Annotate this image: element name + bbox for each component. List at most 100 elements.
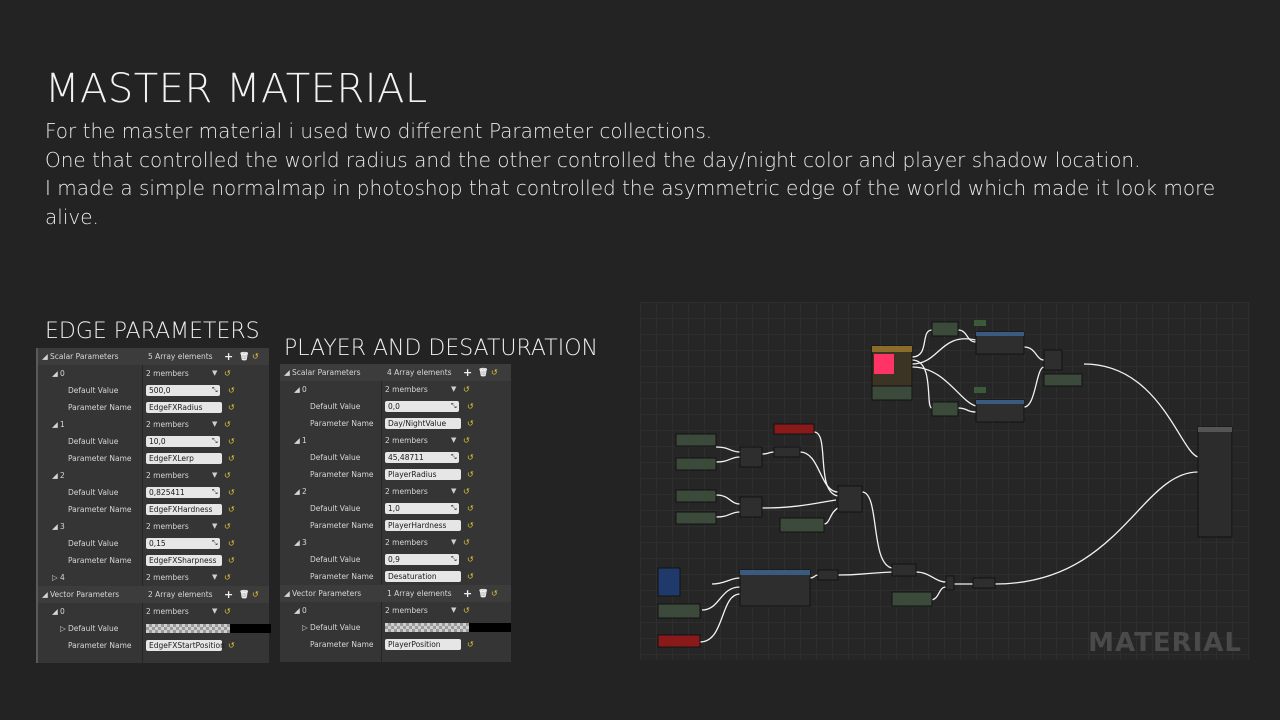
reset-icon[interactable]: ↺ bbox=[467, 469, 474, 480]
vector-parameters-header[interactable]: ◢ Vector Parameters 1 Array elements + 🗑 ↺ bbox=[280, 585, 511, 602]
chevron-down-icon[interactable]: ▼ bbox=[451, 432, 456, 449]
delete-icon[interactable]: 🗑 bbox=[478, 585, 488, 602]
chevron-down-icon[interactable]: ▼ bbox=[212, 569, 217, 586]
expand-arrow-icon[interactable]: ◢ bbox=[52, 416, 58, 433]
reset-icon[interactable]: ↺ bbox=[491, 367, 498, 378]
array-element-row[interactable]: ◢ 1 2 members ▼ ↺ bbox=[280, 432, 511, 449]
array-element-row[interactable]: ◢ 0 2 members ▼ ↺ bbox=[280, 381, 511, 398]
reset-icon[interactable]: ↺ bbox=[467, 520, 474, 531]
reset-icon[interactable]: ↺ bbox=[228, 436, 235, 447]
default-value-field[interactable]: 0,825411 bbox=[146, 487, 220, 498]
parameter-name-field[interactable]: EdgeFXLerp bbox=[146, 453, 222, 464]
reset-icon[interactable]: ↺ bbox=[467, 639, 474, 650]
reset-icon[interactable]: ↺ bbox=[228, 555, 235, 566]
drag-spinner-icon[interactable]: ⤡ bbox=[451, 500, 457, 517]
add-element-icon[interactable]: + bbox=[463, 364, 472, 381]
parameter-name-field[interactable]: EdgeFXRadius bbox=[146, 402, 222, 413]
chevron-down-icon[interactable]: ▼ bbox=[212, 416, 217, 433]
chevron-down-icon[interactable]: ▼ bbox=[212, 365, 217, 382]
reset-icon[interactable]: ↺ bbox=[228, 487, 235, 498]
collapsed-arrow-icon[interactable]: ▷ bbox=[302, 619, 308, 636]
drag-spinner-icon[interactable]: ⤡ bbox=[212, 382, 218, 399]
reset-icon[interactable]: ↺ bbox=[228, 538, 235, 549]
drag-spinner-icon[interactable]: ⤡ bbox=[212, 535, 218, 552]
array-element-row[interactable]: ◢ 2 2 members ▼ ↺ bbox=[38, 467, 269, 484]
reset-icon[interactable]: ↺ bbox=[463, 605, 470, 616]
expand-arrow-icon[interactable]: ◢ bbox=[52, 365, 58, 382]
chevron-down-icon[interactable]: ▼ bbox=[212, 467, 217, 484]
delete-icon[interactable]: 🗑 bbox=[239, 586, 249, 603]
parameter-name-field[interactable]: EdgeFXSharpness bbox=[146, 555, 222, 566]
reset-icon[interactable]: ↺ bbox=[224, 419, 231, 430]
reset-icon[interactable]: ↺ bbox=[224, 572, 231, 583]
array-element-row[interactable]: ◢ 0 2 members ▼ ↺ bbox=[280, 602, 511, 619]
reset-icon[interactable]: ↺ bbox=[467, 418, 474, 429]
material-node-graph[interactable]: MATERIAL bbox=[640, 302, 1250, 660]
color-preview[interactable] bbox=[469, 623, 511, 632]
reset-icon[interactable]: ↺ bbox=[228, 504, 235, 515]
reset-icon[interactable]: ↺ bbox=[252, 351, 259, 362]
parameter-name-field[interactable]: Day/NightValue bbox=[385, 418, 461, 429]
reset-icon[interactable]: ↺ bbox=[252, 589, 259, 600]
add-element-icon[interactable]: + bbox=[463, 585, 472, 602]
parameter-name-field[interactable]: PlayerPosition bbox=[385, 639, 461, 650]
chevron-down-icon[interactable]: ▼ bbox=[451, 534, 456, 551]
default-value-field[interactable]: 10,0 bbox=[146, 436, 220, 447]
expand-arrow-icon[interactable]: ◢ bbox=[52, 518, 58, 535]
drag-spinner-icon[interactable]: ⤡ bbox=[451, 551, 457, 568]
chevron-down-icon[interactable]: ▼ bbox=[212, 518, 217, 535]
default-value-field[interactable]: 0,9 bbox=[385, 554, 459, 565]
array-element-row[interactable]: ◢ 3 2 members ▼ ↺ bbox=[280, 534, 511, 551]
expand-arrow-icon[interactable]: ◢ bbox=[284, 585, 290, 602]
default-value-field[interactable]: 0,15 bbox=[146, 538, 220, 549]
chevron-down-icon[interactable]: ▼ bbox=[451, 381, 456, 398]
reset-icon[interactable]: ↺ bbox=[463, 537, 470, 548]
delete-icon[interactable]: 🗑 bbox=[239, 348, 249, 365]
array-element-row[interactable]: ▷ 4 2 members ▼ ↺ bbox=[38, 569, 269, 586]
drag-spinner-icon[interactable]: ⤡ bbox=[212, 433, 218, 450]
vector-parameters-header[interactable]: ◢ Vector Parameters 2 Array elements + 🗑 ↺ bbox=[38, 586, 269, 603]
collapsed-arrow-icon[interactable]: ▷ bbox=[52, 569, 58, 586]
reset-icon[interactable]: ↺ bbox=[228, 640, 235, 651]
parameter-name-field[interactable]: EdgeFXHardness bbox=[146, 504, 222, 515]
drag-spinner-icon[interactable]: ⤡ bbox=[451, 449, 457, 466]
parameter-name-field[interactable]: Desaturation bbox=[385, 571, 461, 582]
default-value-field[interactable]: 500,0 bbox=[146, 385, 220, 396]
add-element-icon[interactable]: + bbox=[224, 586, 233, 603]
chevron-down-icon[interactable]: ▼ bbox=[451, 483, 456, 500]
array-element-row[interactable]: ◢ 0 2 members ▼ ↺ bbox=[38, 365, 269, 382]
array-element-row[interactable]: ◢ 1 2 members ▼ ↺ bbox=[38, 416, 269, 433]
reset-icon[interactable]: ↺ bbox=[463, 435, 470, 446]
reset-icon[interactable]: ↺ bbox=[224, 470, 231, 481]
expand-arrow-icon[interactable]: ◢ bbox=[52, 603, 58, 620]
expand-arrow-icon[interactable]: ◢ bbox=[294, 483, 300, 500]
reset-icon[interactable]: ↺ bbox=[467, 401, 474, 412]
reset-icon[interactable]: ↺ bbox=[228, 385, 235, 396]
collapsed-arrow-icon[interactable]: ▷ bbox=[60, 620, 66, 637]
color-alpha-preview[interactable] bbox=[146, 624, 230, 633]
delete-icon[interactable]: 🗑 bbox=[478, 364, 488, 381]
drag-spinner-icon[interactable]: ⤡ bbox=[451, 398, 457, 415]
array-element-row[interactable]: ◢ 3 2 members ▼ ↺ bbox=[38, 518, 269, 535]
reset-icon[interactable]: ↺ bbox=[224, 606, 231, 617]
color-preview[interactable] bbox=[230, 624, 271, 633]
reset-icon[interactable]: ↺ bbox=[224, 521, 231, 532]
reset-icon[interactable]: ↺ bbox=[467, 554, 474, 565]
reset-icon[interactable]: ↺ bbox=[467, 571, 474, 582]
reset-icon[interactable]: ↺ bbox=[228, 402, 235, 413]
expand-arrow-icon[interactable]: ◢ bbox=[294, 381, 300, 398]
parameter-name-field[interactable]: PlayerRadius bbox=[385, 469, 461, 480]
reset-icon[interactable]: ↺ bbox=[228, 453, 235, 464]
reset-icon[interactable]: ↺ bbox=[491, 588, 498, 599]
reset-icon[interactable]: ↺ bbox=[224, 368, 231, 379]
array-element-row[interactable]: ◢ 2 2 members ▼ ↺ bbox=[280, 483, 511, 500]
parameter-name-field[interactable]: PlayerHardness bbox=[385, 520, 461, 531]
scalar-parameters-header[interactable]: ◢ Scalar Parameters 5 Array elements + 🗑 ↺ bbox=[38, 348, 269, 365]
expand-arrow-icon[interactable]: ◢ bbox=[42, 348, 48, 365]
expand-arrow-icon[interactable]: ◢ bbox=[52, 467, 58, 484]
default-value-field[interactable]: 1,0 bbox=[385, 503, 459, 514]
reset-icon[interactable]: ↺ bbox=[467, 452, 474, 463]
reset-icon[interactable]: ↺ bbox=[463, 486, 470, 497]
expand-arrow-icon[interactable]: ◢ bbox=[294, 534, 300, 551]
expand-arrow-icon[interactable]: ◢ bbox=[42, 586, 48, 603]
